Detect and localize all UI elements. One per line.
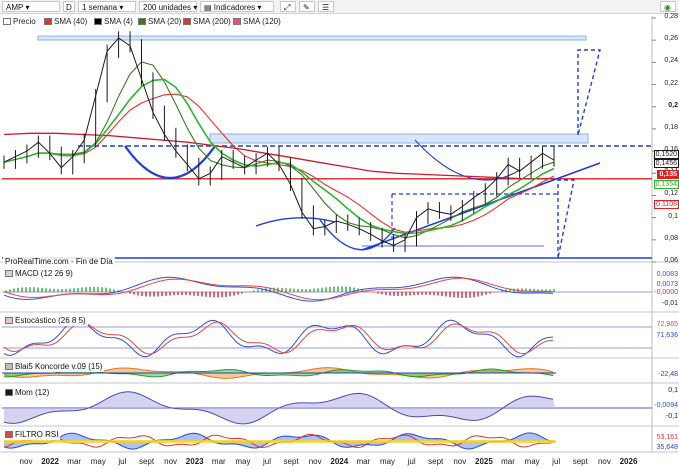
stoch-swatch — [5, 317, 13, 324]
x-axis-month-label: nov — [308, 457, 322, 466]
price-axis-label: 0,12 — [664, 190, 678, 198]
chart-legend: Precio SMA (40) SMA (4) SMA (20) SMA (200) SM… — [0, 16, 320, 28]
x-axis-year-label: 2022 — [41, 457, 59, 466]
target-projection-lower — [557, 179, 575, 259]
price-axis-label: 0,22 — [664, 79, 678, 87]
x-axis-month-label: mar — [356, 457, 371, 466]
x-axis-month-label: jul — [118, 457, 127, 466]
source-label: ProRealTime.com - Fin de Día — [3, 257, 115, 267]
x-axis-month-label: mar — [67, 457, 82, 466]
legend-swatch — [138, 18, 146, 25]
mom-axis-label: 0,1 — [668, 387, 678, 394]
x-axis-month-label: mar — [501, 457, 515, 466]
x-axis-year-label: 2023 — [185, 457, 204, 466]
x-axis-month-label: mar — [211, 457, 226, 466]
x-axis-month-label: may — [90, 457, 106, 466]
price-tag: 0,1520 — [653, 150, 679, 159]
x-axis-month-label: jul — [262, 457, 272, 466]
price-axis-label: 0,06 — [664, 257, 678, 264]
legend-swatch — [3, 18, 11, 25]
stoch-axis-label: 72,965 — [656, 321, 678, 328]
legend-item[interactable]: SMA (20) — [138, 17, 181, 27]
mom-axis-label: -0,0094 — [654, 402, 678, 409]
stoch-axis-label: 71,636 — [656, 332, 678, 339]
price-axis-label: 0,18 — [664, 123, 678, 131]
resistance-zone — [209, 133, 589, 144]
legend-item[interactable]: Precio — [3, 17, 36, 27]
legend-item[interactable]: SMA (200) — [183, 17, 231, 27]
price-axis-label: 0,1 — [668, 212, 678, 220]
target-projection-upper — [577, 49, 601, 136]
price-axis-label: 0,08 — [664, 234, 678, 242]
rsi-yellow-band — [4, 440, 556, 443]
price-tag: 0,1108 — [654, 200, 679, 209]
cup-arc — [319, 219, 396, 251]
x-axis-month-label: jul — [407, 457, 416, 466]
x-axis-month-label: sept — [428, 457, 444, 466]
x-axis-month-label: may — [379, 457, 396, 466]
stoch-title: Estocástico (26 8 5) — [3, 316, 88, 326]
legend-swatch — [44, 18, 52, 25]
macd-swatch — [5, 270, 13, 277]
x-axis-month-label: may — [235, 457, 251, 466]
rsi-swatch — [5, 431, 13, 438]
x-axis-year-label: 2025 — [474, 457, 493, 466]
rsi-axis-label: 35,648 — [656, 444, 678, 451]
x-axis-month-label: sept — [283, 457, 299, 466]
legend-item[interactable]: SMA (120) — [233, 17, 281, 27]
blai-title: Blai5 Koncorde v.09 (15) — [3, 362, 105, 372]
rsi-title: FILTRO RSI — [3, 430, 61, 440]
uptrend-line — [361, 162, 601, 251]
rsi-axis-label: 53,161 — [656, 434, 678, 441]
legend-label: SMA (120) — [243, 17, 281, 26]
macd-axis-label: -0,0000 — [654, 289, 678, 296]
legend-label: SMA (20) — [148, 17, 182, 26]
macd-axis-label: 0,0073 — [656, 281, 678, 288]
legend-label: SMA (4) — [104, 17, 133, 26]
blai-swatch — [5, 363, 13, 370]
x-axis-month-label: jul — [552, 457, 561, 466]
x-axis-month-label: sept — [138, 457, 155, 466]
x-axis-month-label: sept — [572, 457, 588, 466]
macd-title: MACD (12 26 9) — [3, 269, 75, 279]
mom-axis-label: -0,1 — [665, 413, 678, 420]
price-axis-label: 0,26 — [664, 35, 678, 43]
x-axis-month-label: nov — [597, 457, 611, 466]
price-tag: 0,135 — [657, 170, 679, 179]
macd-axis-label: -0,01 — [662, 300, 678, 307]
macd-axis-label: 0,0083 — [656, 271, 678, 278]
legend-swatch — [94, 18, 102, 25]
price-tag: 0,1354 — [653, 180, 679, 189]
legend-item[interactable]: SMA (40) — [44, 17, 87, 27]
legend-label: SMA (200) — [193, 17, 231, 26]
x-axis-month-label: nov — [164, 457, 178, 466]
legend-swatch — [183, 18, 191, 25]
legend-swatch — [233, 18, 241, 25]
legend-item[interactable]: SMA (4) — [94, 17, 133, 27]
blai-axis-label: -22,48 — [658, 371, 678, 378]
x-axis-month-label: may — [524, 457, 540, 466]
x-axis-year-label: 2024 — [330, 457, 349, 466]
price-axis-label: 0,24 — [664, 57, 678, 65]
x-axis-month-label: nov — [19, 457, 33, 466]
price-tag: 0,1456 — [653, 159, 679, 168]
mom-swatch — [5, 389, 13, 396]
price-chart[interactable] — [0, 0, 679, 469]
x-axis-month-label: nov — [453, 457, 467, 466]
price-axis-label: 0,28 — [664, 13, 678, 20]
x-axis-year-label: 2026 — [619, 457, 638, 466]
legend-label: Precio — [13, 17, 36, 26]
price-axis-label: 0,2 — [668, 101, 678, 109]
legend-label: SMA (40) — [54, 17, 88, 26]
mom-title: Mom (12) — [3, 388, 52, 398]
